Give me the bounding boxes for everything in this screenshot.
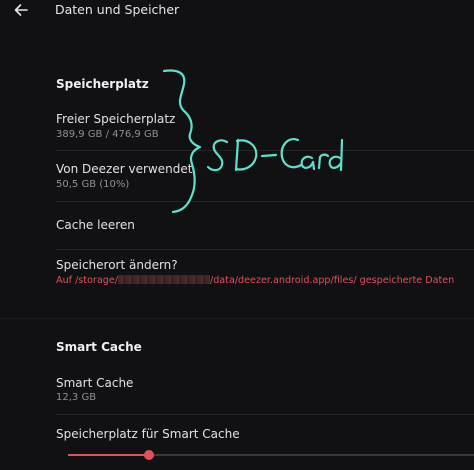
storage-path-prefix: Auf /storage/	[56, 275, 118, 286]
section-divider	[0, 318, 474, 319]
arrow-left-icon	[14, 4, 28, 16]
slider-fill	[68, 454, 149, 456]
smart-cache-label: Smart Cache	[56, 376, 134, 390]
divider	[56, 249, 474, 250]
settings-screen: Daten und Speicher Speicherplatz Freier …	[0, 0, 474, 470]
redacted-path-segment	[117, 275, 210, 284]
page-title: Daten und Speicher	[55, 2, 180, 17]
smart-cache-space-label: Speicherplatz für Smart Cache	[56, 427, 240, 441]
change-location-label: Speicherort ändern?	[56, 258, 178, 272]
deezer-used-label: Von Deezer verwendet	[56, 162, 193, 176]
top-app-bar: Daten und Speicher	[0, 0, 474, 22]
free-space-value: 389,9 GB / 476,9 GB	[56, 129, 159, 140]
divider	[56, 150, 474, 151]
storage-section-title: Speicherplatz	[56, 77, 149, 91]
back-button[interactable]	[12, 1, 30, 19]
smart-cache-value: 12,3 GB	[56, 392, 97, 403]
divider	[56, 414, 474, 415]
free-space-row: Freier Speicherplatz 389,9 GB / 476,9 GB	[0, 104, 474, 148]
smart-cache-space-row: Speicherplatz für Smart Cache	[0, 420, 474, 470]
deezer-used-row: Von Deezer verwendet 50,5 GB (10%)	[0, 155, 474, 199]
smart-cache-row: Smart Cache 12,3 GB	[0, 368, 474, 412]
deezer-used-value: 50,5 GB (10%)	[56, 179, 130, 190]
free-space-label: Freier Speicherplatz	[56, 112, 176, 126]
smart-cache-slider[interactable]	[68, 448, 474, 462]
slider-thumb[interactable]	[144, 450, 154, 460]
divider	[56, 201, 474, 202]
change-location-row[interactable]: Speicherort ändern? Auf /storage/ /data/d…	[0, 253, 474, 301]
smart-cache-section-title: Smart Cache	[56, 340, 142, 354]
clear-cache-row[interactable]: Cache leeren	[0, 208, 474, 244]
storage-path-suffix: /data/deezer.android.app/files/ gespeich…	[209, 275, 455, 286]
storage-path: Auf /storage/ /data/deezer.android.app/fi…	[56, 275, 454, 286]
clear-cache-label: Cache leeren	[56, 218, 135, 232]
